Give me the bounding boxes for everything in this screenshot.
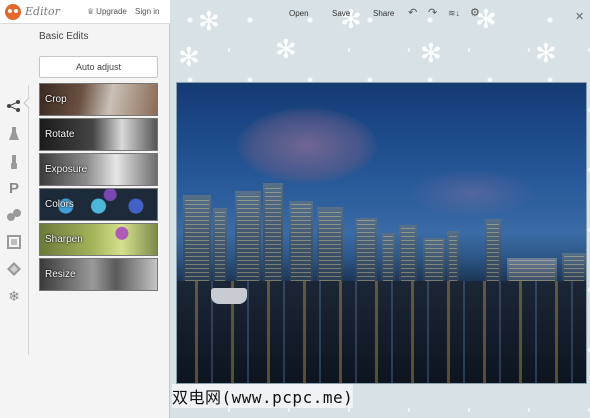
tool-strip-divider [28,85,29,355]
text-icon[interactable]: P [5,179,23,197]
photo-cloud [407,168,537,218]
left-panel: Editor ♛ Upgrade Sign in P ❄ Basic Edits … [0,0,170,418]
crop-label: Crop [45,94,67,105]
snowflake-decor-icon: ✻ [178,42,200,72]
section-title: Basic Edits [39,31,89,42]
photo-cloud [237,108,377,183]
crown-icon: ♛ [87,7,95,16]
photo-building [183,195,211,283]
snowflake-decor-icon: ✻ [420,38,442,68]
settings-gear-icon[interactable]: ⚙ [470,6,480,19]
monkey-logo-icon [5,4,21,20]
top-toolbar: Open Save Share ↶ ↷ ≋↓ ⚙ ✕ [170,6,590,24]
photo-building [355,218,377,283]
edit-list: Crop Rotate Exposure Colors Sharpen Resi… [39,83,158,293]
rotate-label: Rotate [45,129,75,140]
photo-building [263,183,283,283]
auto-adjust-button[interactable]: Auto adjust [39,56,158,78]
photo-boat [211,288,247,304]
rotate-tile[interactable]: Rotate [39,118,158,151]
resize-tile[interactable]: Resize [39,258,158,291]
share-button[interactable]: Share [373,9,394,18]
photo-building [485,219,501,283]
undo-icon[interactable]: ↶ [408,6,417,19]
photo-building [399,225,417,283]
colors-tile[interactable]: Colors [39,188,158,221]
photo-building [507,258,557,283]
photo-building [289,201,313,283]
canvas-area: ✻ ✻ ✻ ✻ ✻ ✻ ✻ Open Save Share ↶ ↷ ≋↓ ⚙ ✕ [170,0,590,418]
upgrade-link[interactable]: ♛ Upgrade [87,7,127,16]
photo-building [423,238,445,283]
tool-strip: P ❄ [0,85,28,315]
basic-edits-icon[interactable] [5,97,23,115]
exposure-label: Exposure [45,164,88,175]
photo-building [235,191,261,283]
app-title: Editor [25,5,60,18]
seasonal-snowflake-icon[interactable]: ❄ [5,287,23,305]
save-button[interactable]: Save [332,9,350,18]
snowflake-decor-icon: ✻ [275,34,297,64]
exposure-tile[interactable]: Exposure [39,153,158,186]
sharpen-tile[interactable]: Sharpen [39,223,158,256]
upgrade-label: Upgrade [96,7,127,16]
app-header: Editor ♛ Upgrade Sign in [0,0,170,24]
crop-tile[interactable]: Crop [39,83,158,116]
close-icon[interactable]: ✕ [575,10,584,23]
photo-building [213,208,227,283]
sharpen-label: Sharpen [45,234,83,245]
colors-label: Colors [45,199,74,210]
sign-in-link[interactable]: Sign in [135,7,159,16]
overlays-icon[interactable] [5,206,23,224]
frames-icon[interactable] [5,233,23,251]
redo-icon[interactable]: ↷ [428,6,437,19]
photo-building [447,231,459,283]
snowflake-decor-icon: ✻ [535,38,557,68]
edited-photo[interactable] [176,82,587,384]
effects-flask-icon[interactable] [5,125,23,143]
touch-up-brush-icon[interactable] [5,153,23,171]
textures-icon[interactable] [5,260,23,278]
photo-building [562,253,586,283]
open-button[interactable]: Open [289,9,309,18]
watermark-text: 双电网(www.pcpc.me) [172,384,354,408]
photo-building [317,207,343,283]
resize-label: Resize [45,269,76,280]
layers-icon[interactable]: ≋↓ [448,8,460,19]
photo-building [381,233,395,283]
